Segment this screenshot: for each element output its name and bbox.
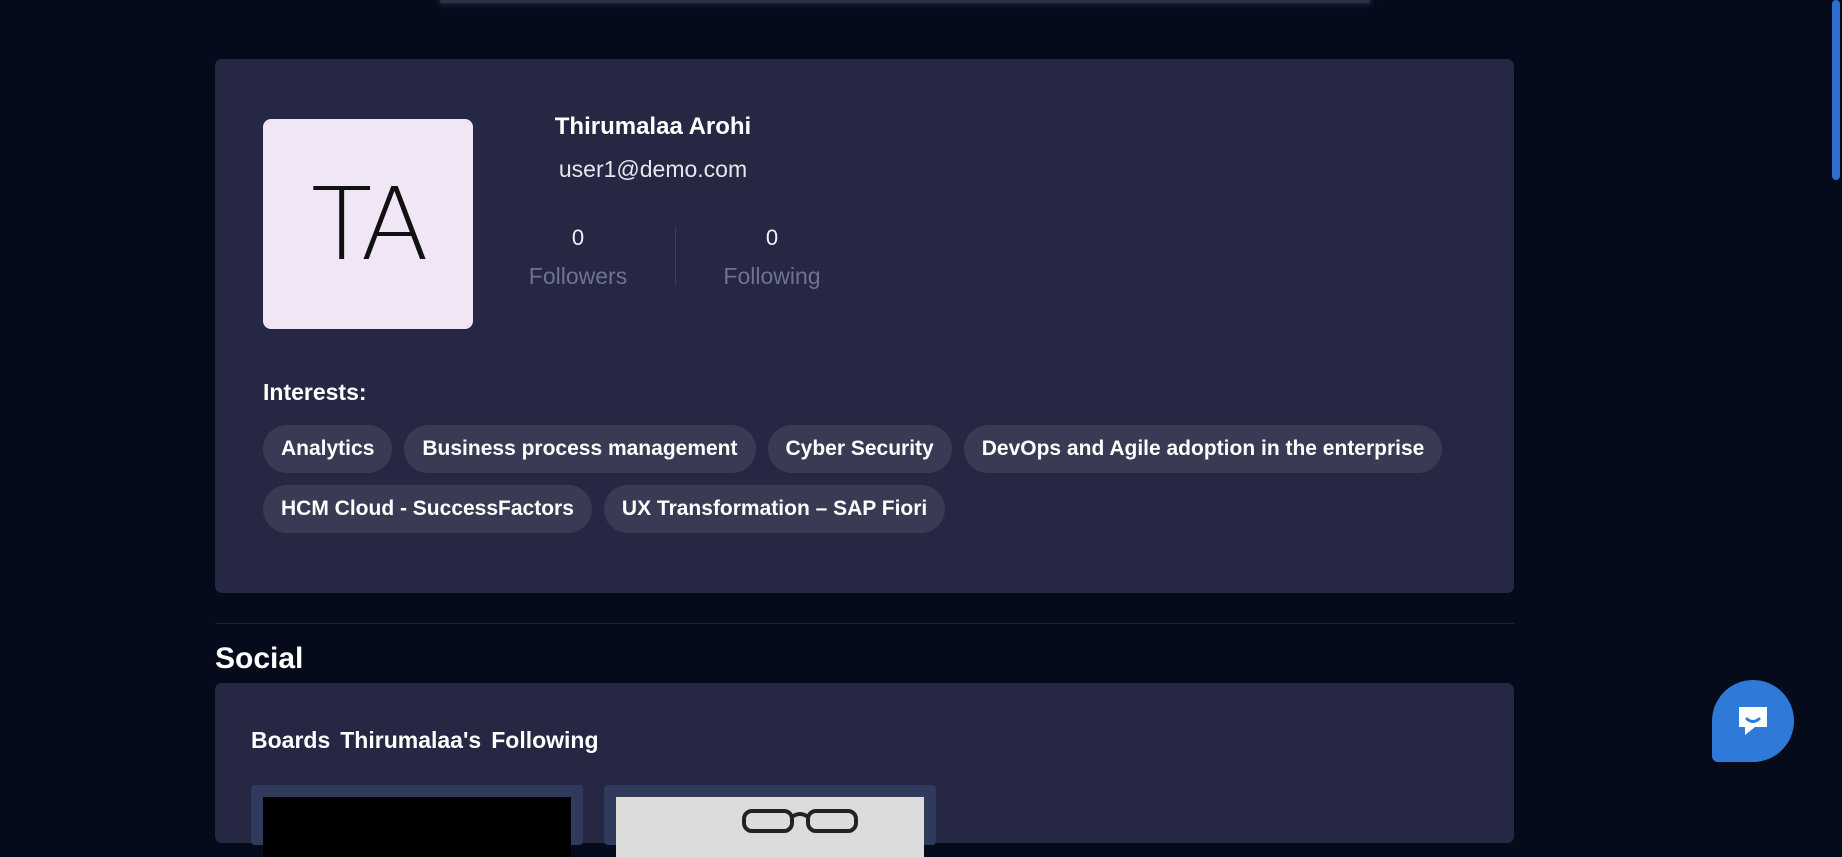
board-thumbnail [616,797,924,857]
tab-following[interactable]: Following [491,727,598,754]
interest-chip[interactable]: UX Transformation – SAP Fiori [603,485,946,533]
interest-chip[interactable]: Analytics [263,425,393,473]
social-card: Boards Thirumalaa's Following [215,683,1514,857]
chat-bubble-icon [1739,707,1767,735]
board-card[interactable] [251,785,583,857]
interests-list: Analytics Business process management Cy… [263,425,1463,533]
interests-title: Interests: [263,379,367,405]
interest-chip[interactable]: Business process management [404,425,756,473]
following-stat[interactable]: 0 Following [702,225,842,290]
followers-stat[interactable]: 0 Followers [508,225,648,290]
tab-boards[interactable]: Boards [251,727,330,754]
profile-card: TA Thirumalaa Arohi user1@demo.com 0 Fol… [215,59,1514,593]
profile-name: Thirumalaa Arohi [554,113,752,140]
following-count: 0 [765,225,779,250]
scrollbar-thumb[interactable] [1832,0,1840,180]
glasses-image-icon [742,809,858,833]
social-tabs: Boards Thirumalaa's Following [251,727,599,754]
followers-count: 0 [571,225,585,250]
board-thumbnail [263,797,571,857]
section-divider [215,623,1514,624]
profile-email: user1@demo.com [558,156,748,182]
followers-label: Followers [528,263,628,289]
board-card[interactable] [604,785,936,857]
interest-chip[interactable]: HCM Cloud - SuccessFactors [263,485,592,533]
following-label: Following [723,263,821,289]
social-section-title: Social [215,642,304,675]
top-banner-edge [440,0,1370,3]
chat-button[interactable] [1712,680,1794,762]
avatar: TA [263,119,473,329]
stat-divider [675,227,676,285]
tab-thirumalaas[interactable]: Thirumalaa's [340,727,481,754]
interest-chip[interactable]: Cyber Security [767,425,952,473]
interest-chip[interactable]: DevOps and Agile adoption in the enterpr… [963,425,1443,473]
